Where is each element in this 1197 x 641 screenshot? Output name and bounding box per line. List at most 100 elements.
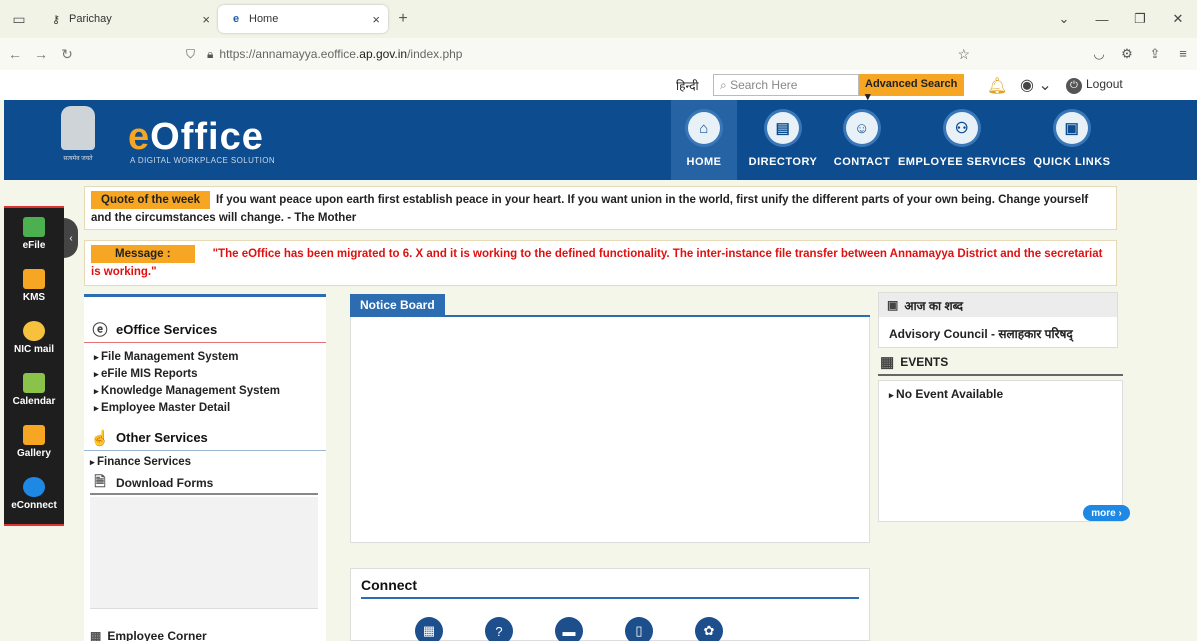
notification-icon[interactable]: 🔔︎ [987, 76, 1007, 96]
sidebar-label: KMS [22, 292, 46, 303]
extensions-icon[interactable]: ⚙ [1113, 46, 1141, 62]
back-icon[interactable]: ← [4, 46, 26, 62]
connect-panel: Connect ▦ ? ▬ ▯ ✿ [350, 568, 870, 641]
reload-icon[interactable]: ↻ [56, 46, 78, 63]
message-banner: Message : "The eOffice has been migrated … [84, 240, 1117, 286]
list-item[interactable]: Knowledge Management System [94, 383, 316, 400]
download-forms-link[interactable]: 🗎︎ Download Forms [90, 473, 318, 495]
finance-services-link[interactable]: Finance Services [84, 451, 326, 473]
sidebar-item-econnect[interactable]: eConnect [4, 468, 64, 520]
hand-service-icon: ☝ [90, 429, 110, 447]
emblem-caption: सत्यमेव जयते [63, 156, 93, 162]
connect-title: Connect [361, 577, 417, 593]
new-tab-button[interactable]: + [388, 10, 418, 28]
more-events-button[interactable]: more › [1083, 505, 1130, 521]
sidebar-item-nic-mail[interactable]: NIC mail [4, 312, 64, 364]
restore-icon[interactable]: ❐ [1121, 11, 1159, 27]
word-of-the-day-text: Advisory Council - सलाहकार परिषद् [889, 327, 1073, 341]
shield-icon: ⛉ [186, 46, 196, 61]
tab-parichay[interactable]: ⚷ Parichay × [38, 5, 218, 33]
close-icon[interactable]: × [372, 12, 380, 27]
advanced-search-button[interactable]: Advanced Search ▾ [859, 74, 964, 103]
tab-home[interactable]: e Home × [218, 5, 388, 33]
list-item[interactable]: File Management System [94, 349, 316, 366]
minimize-icon[interactable]: — [1083, 12, 1121, 27]
eoffice-logo[interactable]: eOffice [128, 116, 264, 159]
list-item[interactable]: Employee Master Detail [94, 400, 316, 417]
mobile-icon[interactable]: ▯ [625, 617, 653, 641]
browser-nav-bar: ← → ↻ ⛉ 🔒︎ https://annamayya.eoffice. ap.… [0, 38, 1197, 70]
nav-quick-links[interactable]: ▣ QUICK LINKS [1029, 100, 1115, 180]
sidebar-label: eFile [22, 240, 46, 251]
search-input[interactable]: ⌕ Search Here [713, 74, 859, 96]
econnect-icon [23, 477, 45, 497]
support-icon[interactable]: ✿ [695, 617, 723, 641]
message-tag: Message : [91, 245, 195, 263]
user-avatar-icon[interactable]: ◉ ⌄ [1020, 75, 1052, 95]
nav-employee-services-label: EMPLOYEE SERVICES [897, 156, 1027, 168]
power-icon: ⏻ [1066, 78, 1082, 94]
nav-contact[interactable]: ☺ CONTACT [829, 100, 895, 180]
url-domain: ap.gov.in [359, 47, 408, 61]
word-of-the-day-heading: ▣ आज का शब्द [879, 293, 1117, 317]
calendar-icon: ▦ [880, 354, 895, 371]
sidebar-item-gallery[interactable]: Gallery [4, 416, 64, 468]
connect-icons: ▦ ? ▬ ▯ ✿ [415, 617, 765, 641]
nav-home[interactable]: ⌂ HOME [671, 100, 737, 180]
notice-board: Notice Board [350, 294, 870, 544]
efile-icon [23, 217, 45, 237]
address-bar[interactable]: ⛉ 🔒︎ https://annamayya.eoffice. ap.gov.in… [180, 42, 1000, 66]
sidebar-label: Calendar [12, 396, 56, 407]
quote-text: If you want peace upon earth first estab… [91, 194, 1089, 224]
nav-contact-label: CONTACT [833, 156, 891, 168]
word-icon: ▣ [887, 298, 899, 312]
id-card-icon: ▦ [90, 629, 102, 641]
gallery-icon [23, 425, 45, 445]
tab-list-icon[interactable]: ▭ [0, 0, 38, 38]
contact-icon: ☺ [846, 112, 878, 144]
eoffice-services-heading: ⓔ eOffice Services [84, 317, 326, 343]
logo-text: Office [150, 116, 264, 158]
eoffice-services-list: File Management System eFile MIS Reports… [84, 343, 326, 423]
word-of-the-day-title: आज का शब्द [904, 298, 964, 313]
kms-icon [23, 269, 45, 289]
help-user-icon[interactable]: ? [485, 617, 513, 641]
eoffice-services-title: eOffice Services [116, 322, 218, 337]
nav-directory[interactable]: ▤ DIRECTORY [737, 100, 829, 180]
logo-tagline: A DIGITAL WORKPLACE SOLUTION [130, 156, 276, 165]
list-item[interactable]: eFile MIS Reports [94, 366, 316, 383]
apps-grid-icon[interactable]: ▦ [415, 617, 443, 641]
pocket-icon[interactable]: ◡ [1085, 46, 1113, 62]
national-emblem-logo: सत्यमेव जयते [56, 106, 100, 172]
directory-icon: ▤ [767, 112, 799, 144]
nav-home-label: HOME [686, 156, 722, 168]
list-item: No Event Available [889, 387, 1112, 401]
hindi-language-link[interactable]: हिन्दी [676, 77, 699, 94]
events-list: No Event Available [878, 380, 1123, 522]
sidebar-collapse-handle[interactable]: ‹ [64, 218, 78, 258]
employee-corner-title: Employee Corner [107, 629, 207, 641]
sidebar-item-calendar[interactable]: Calendar [4, 364, 64, 416]
search-placeholder: Search Here [730, 78, 798, 92]
close-icon[interactable]: × [202, 12, 210, 27]
browser-tab-bar: ▭ ⚷ Parichay × e Home × + ⌄ — ❐ ✕ [0, 0, 1197, 38]
notice-board-tab[interactable]: Notice Board [350, 294, 445, 316]
chat-icon[interactable]: ▬ [555, 617, 583, 641]
events-title: EVENTS [900, 355, 949, 369]
logout-button[interactable]: ⏻ Logout [1066, 77, 1123, 94]
calendar-icon [23, 373, 45, 393]
close-window-icon[interactable]: ✕ [1159, 11, 1197, 27]
message-text: "The eOffice has been migrated to 6. X a… [91, 248, 1103, 278]
menu-icon[interactable]: ≡ [1169, 46, 1197, 62]
bookmark-star-icon[interactable]: ☆ [957, 46, 970, 63]
chevron-down-icon[interactable]: ⌄ [1045, 11, 1083, 27]
nav-employee-services[interactable]: ⚇ EMPLOYEE SERVICES [895, 100, 1029, 180]
employee-services-icon: ⚇ [946, 112, 978, 144]
site-top-strip: हिन्दी ⌕ Search Here Advanced Search ▾ 🔔… [0, 70, 1197, 103]
forward-icon[interactable]: → [30, 46, 52, 62]
sidebar-item-efile[interactable]: eFile [4, 208, 64, 260]
events-heading: ▦ EVENTS [878, 350, 1123, 376]
logout-label: Logout [1086, 77, 1123, 91]
sidebar-item-kms[interactable]: KMS [4, 260, 64, 312]
share-icon[interactable]: ⇪ [1141, 46, 1169, 62]
